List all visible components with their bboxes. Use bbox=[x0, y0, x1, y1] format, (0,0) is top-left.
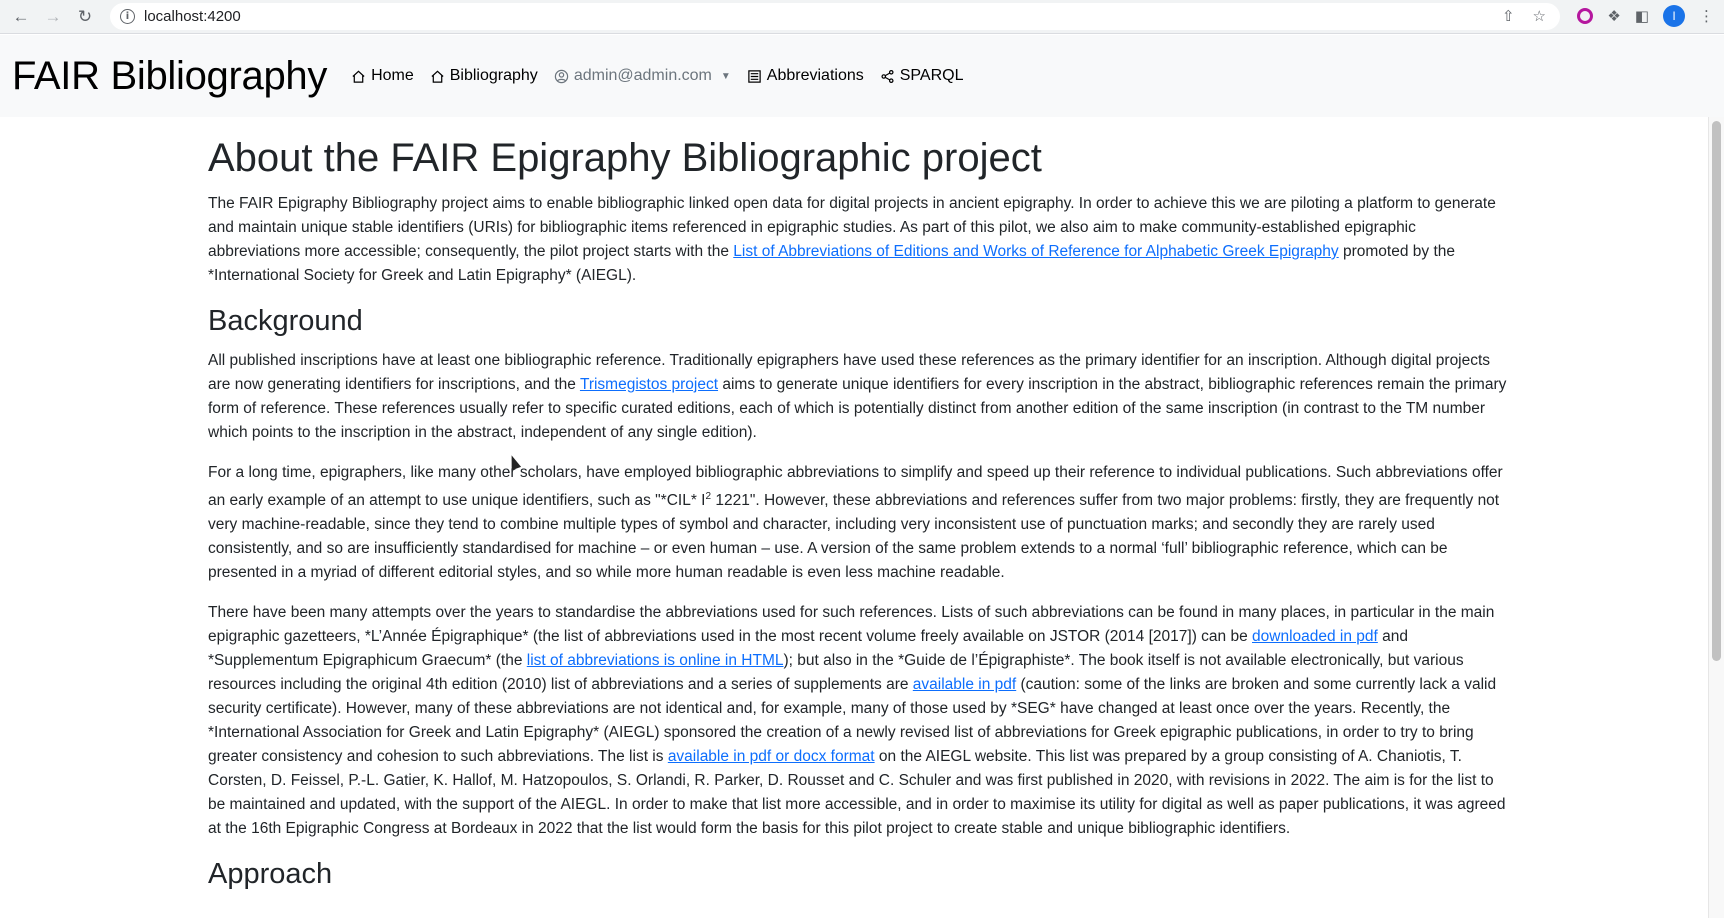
nav-home[interactable]: Home bbox=[351, 67, 414, 85]
background-paragraph-3: There have been many attempts over the y… bbox=[208, 601, 1508, 841]
address-bar[interactable]: i localhost:4200 ⇧ ☆ bbox=[110, 3, 1560, 30]
intro-paragraph: The FAIR Epigraphy Bibliography project … bbox=[208, 192, 1508, 288]
trismegistos-link[interactable]: Trismegistos project bbox=[580, 376, 718, 393]
main-nav: Home Bibliography admin@admin.com ▼ Abbr… bbox=[351, 67, 963, 85]
background-heading: Background bbox=[208, 305, 363, 337]
nav-user-dropdown[interactable]: admin@admin.com ▼ bbox=[554, 67, 731, 85]
nav-home-label: Home bbox=[371, 67, 414, 84]
main-content: About the FAIR Epigraphy Bibliographic p… bbox=[208, 117, 1508, 902]
aiegl-list-link[interactable]: List of Abbreviations of Editions and Wo… bbox=[733, 243, 1338, 260]
site-info-icon[interactable]: i bbox=[120, 9, 135, 24]
brand-title[interactable]: FAIR Bibliography bbox=[12, 54, 327, 99]
nav-user-label: admin@admin.com bbox=[573, 67, 712, 84]
page-title: About the FAIR Epigraphy Bibliographic p… bbox=[208, 136, 1042, 180]
nav-bibliography[interactable]: Bibliography bbox=[430, 67, 538, 85]
home-icon bbox=[431, 70, 444, 83]
caret-down-icon: ▼ bbox=[720, 70, 731, 82]
forward-arrow-icon[interactable]: → bbox=[42, 6, 64, 28]
approach-heading: Approach bbox=[208, 857, 333, 890]
reload-icon[interactable]: ↻ bbox=[74, 6, 96, 28]
page-scrollbar[interactable] bbox=[1708, 117, 1724, 918]
back-arrow-icon[interactable]: ← bbox=[10, 6, 32, 28]
browser-menu-icon[interactable]: ⋮ bbox=[1699, 7, 1714, 25]
guide-pdf-link[interactable]: available in pdf bbox=[913, 676, 1016, 693]
nav-abbreviations[interactable]: Abbreviations bbox=[747, 67, 864, 85]
list-icon bbox=[748, 69, 761, 83]
scrollbar-thumb[interactable] bbox=[1712, 121, 1721, 661]
extensions-puzzle-icon[interactable]: ❖ bbox=[1607, 7, 1620, 25]
address-url[interactable]: localhost:4200 bbox=[144, 8, 241, 25]
background-paragraph-2: For a long time, epigraphers, like many … bbox=[208, 461, 1508, 585]
side-panel-icon[interactable]: ◧ bbox=[1635, 7, 1649, 25]
nav-sparql-label: SPARQL bbox=[899, 67, 964, 84]
profile-avatar[interactable]: I bbox=[1663, 5, 1685, 27]
aiegl-pdf-docx-link[interactable]: available in pdf or docx format bbox=[668, 748, 875, 765]
extension-icon[interactable] bbox=[1577, 8, 1594, 24]
background-paragraph-1: All published inscriptions have at least… bbox=[208, 349, 1508, 445]
share-nodes-icon bbox=[881, 69, 894, 83]
browser-toolbar: ← → ↻ i localhost:4200 ⇧ ☆ ❖ ◧ I ⋮ bbox=[0, 0, 1724, 34]
nav-abbreviations-label: Abbreviations bbox=[766, 67, 864, 84]
home-icon bbox=[352, 70, 365, 83]
user-circle-icon bbox=[554, 69, 569, 83]
app-navbar: FAIR Bibliography Home Bibliography admi… bbox=[0, 35, 1724, 117]
seg-html-link[interactable]: list of abbreviations is online in HTML bbox=[527, 652, 784, 669]
share-icon[interactable]: ⇧ bbox=[1502, 7, 1515, 25]
ae-pdf-link[interactable]: downloaded in pdf bbox=[1252, 628, 1378, 645]
nav-bibliography-label: Bibliography bbox=[449, 67, 538, 84]
bookmark-star-icon[interactable]: ☆ bbox=[1533, 7, 1546, 25]
nav-sparql[interactable]: SPARQL bbox=[880, 67, 964, 85]
